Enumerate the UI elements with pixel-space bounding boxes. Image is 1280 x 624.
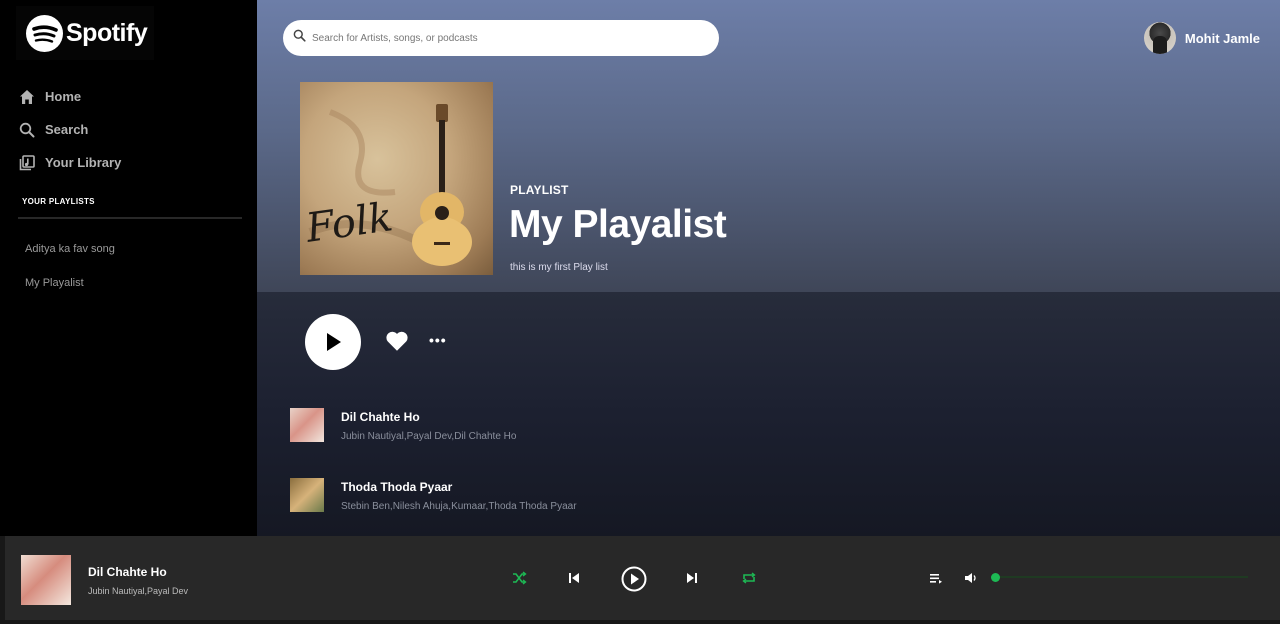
playlist-description: this is my first Play list: [510, 262, 608, 273]
play-button[interactable]: [305, 314, 361, 370]
track-title: Thoda Thoda Pyaar: [341, 480, 453, 494]
playlist-cover-image: Folk: [300, 82, 493, 275]
track-thumbnail: [290, 408, 324, 442]
play-icon: [327, 333, 341, 351]
home-icon: [18, 88, 36, 106]
volume-slider-track[interactable]: [994, 576, 1248, 578]
track-artists: Jubin Nautiyal,Payal Dev,Dil Chahte Ho: [341, 431, 517, 442]
previous-button[interactable]: [564, 568, 584, 588]
sidebar-divider: [18, 217, 242, 219]
nav-item-label: Home: [45, 89, 82, 104]
user-name: Mohit Jamle: [1184, 30, 1260, 46]
now-playing-thumbnail[interactable]: [21, 555, 71, 605]
track-title: Dil Chahte Ho: [341, 410, 420, 424]
search-icon: [293, 29, 306, 47]
spotify-logo[interactable]: Spotify: [16, 6, 154, 60]
user-menu[interactable]: Mohit Jamle: [1143, 22, 1260, 54]
queue-button[interactable]: [926, 568, 946, 588]
logo-text: Spotify: [66, 18, 148, 47]
track-row[interactable]: Dil Chahte Ho Jubin Nautiyal,Payal Dev,D…: [290, 408, 516, 442]
your-playlists-heading: YOUR PLAYLISTS: [22, 197, 95, 206]
nav-item-label: Your Library: [45, 155, 122, 170]
playlist-type-label: PLAYLIST: [510, 183, 569, 197]
shuffle-button[interactable]: [509, 568, 529, 588]
repeat-button[interactable]: [739, 568, 759, 588]
search-icon: [18, 121, 36, 139]
sidebar-playlist-aditya[interactable]: Aditya ka fav song: [25, 243, 115, 255]
now-playing-title[interactable]: Dil Chahte Ho: [88, 565, 167, 579]
sidebar-playlist-my-playalist[interactable]: My Playalist: [25, 277, 84, 289]
track-info: Thoda Thoda Pyaar Stebin Ben,Nilesh Ahuj…: [341, 480, 577, 512]
avatar: [1143, 22, 1176, 54]
next-button[interactable]: [682, 568, 702, 588]
track-info: Dil Chahte Ho Jubin Nautiyal,Payal Dev,D…: [341, 410, 516, 442]
nav-item-your-library[interactable]: Your Library: [18, 146, 121, 179]
search-input[interactable]: [312, 32, 692, 44]
library-icon: [18, 154, 36, 172]
player-bar-inner: Dil Chahte Ho Jubin Nautiyal,Payal Dev: [5, 536, 1280, 620]
track-thumbnail: [290, 478, 324, 512]
volume-icon: [965, 573, 976, 583]
queue-icon: [930, 574, 942, 584]
skip-back-icon: [569, 573, 579, 583]
heart-icon: [386, 331, 408, 351]
repeat-icon: [742, 572, 756, 584]
volume-slider-handle[interactable]: [991, 573, 1000, 582]
volume-button[interactable]: [961, 568, 981, 588]
track-row[interactable]: Thoda Thoda Pyaar Stebin Ben,Nilesh Ahuj…: [290, 478, 577, 512]
main-content: Mohit Jamle Folk PLAYLIST My Playalist t…: [257, 0, 1280, 536]
play-pause-button[interactable]: [621, 566, 647, 592]
more-options-button[interactable]: •••: [429, 332, 447, 348]
shuffle-icon: [513, 571, 527, 585]
player-bar: Dil Chahte Ho Jubin Nautiyal,Payal Dev: [0, 536, 1280, 624]
spotify-logo-icon: [26, 14, 63, 52]
main-nav: Home Search Your Library: [18, 80, 121, 179]
nav-item-home[interactable]: Home: [18, 80, 121, 113]
nav-item-search[interactable]: Search: [18, 113, 121, 146]
search-bar[interactable]: [283, 20, 719, 56]
play-circle-icon: [621, 566, 647, 592]
page-title: My Playalist: [509, 203, 727, 246]
like-button[interactable]: [384, 328, 410, 354]
sidebar: Spotify Home Search Your Library YOUR PL…: [0, 0, 257, 536]
track-artists: Stebin Ben,Nilesh Ahuja,Kumaar,Thoda Tho…: [341, 501, 577, 512]
skip-forward-icon: [687, 573, 697, 583]
nav-item-label: Search: [45, 122, 89, 137]
now-playing-artist[interactable]: Jubin Nautiyal,Payal Dev: [88, 586, 188, 596]
